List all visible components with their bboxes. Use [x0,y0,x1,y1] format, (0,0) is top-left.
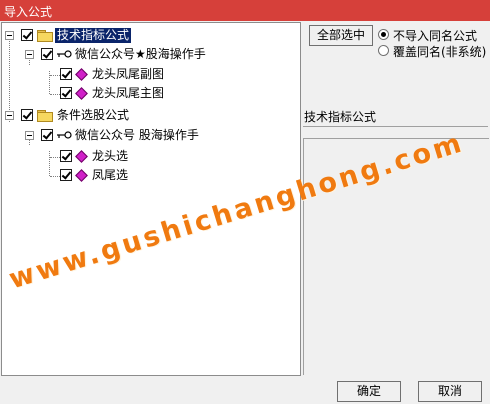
radio-overwrite[interactable] [378,45,389,56]
formula-diamond-icon [75,68,88,81]
checkbox-checked[interactable] [21,109,33,121]
tree-line [50,94,60,95]
tree-node-label[interactable]: 微信公众号 股海操作手 [73,128,201,143]
ok-button[interactable]: 确定 [337,381,401,402]
tree-node-label[interactable]: 龙头凤尾副图 [90,67,166,82]
formula-diamond-icon [75,169,88,182]
checkbox-checked[interactable] [60,87,72,99]
tree-line [50,176,60,177]
folder-icon [37,110,53,122]
select-all-button[interactable]: 全部选中 [309,25,373,46]
window-title: 导入公式 [4,5,53,19]
tree-line [50,75,60,76]
tree-line [50,157,60,158]
tree-line [49,151,50,176]
cancel-button[interactable]: 取消 [418,381,482,402]
key-icon [57,131,72,139]
divider [303,126,488,127]
tree-node-label[interactable]: 技术指标公式 [55,28,132,43]
tree-node-label[interactable]: 条件选股公式 [55,108,131,123]
formula-diamond-icon [75,87,88,100]
checkbox-checked[interactable] [41,129,53,141]
collapse-icon[interactable] [5,31,14,40]
tree-node-label[interactable]: 龙头凤尾主图 [90,86,166,101]
category-label: 技术指标公式 [304,110,377,124]
formula-diamond-icon [75,150,88,163]
tree-node-label[interactable]: 微信公众号★股海操作手 [73,47,208,62]
checkbox-checked[interactable] [60,169,72,181]
folder-icon [37,30,53,42]
tree-line [9,38,10,122]
collapse-icon[interactable] [5,111,14,120]
collapse-icon[interactable] [25,131,34,140]
radio-overwrite-label[interactable]: 覆盖同名(非系统) [393,43,486,60]
checkbox-checked[interactable] [60,150,72,162]
checkbox-checked[interactable] [41,48,53,60]
radio-no-import[interactable] [378,29,389,40]
tree-node-label[interactable]: 龙头选 [90,149,130,164]
title-bar[interactable]: 导入公式 [0,0,490,21]
key-icon [57,50,72,58]
collapse-icon[interactable] [25,50,34,59]
tree-node-label[interactable]: 凤尾选 [90,168,130,183]
checkbox-checked[interactable] [21,29,33,41]
checkbox-checked[interactable] [60,68,72,80]
radio-no-import-label[interactable]: 不导入同名公式 [393,27,477,44]
